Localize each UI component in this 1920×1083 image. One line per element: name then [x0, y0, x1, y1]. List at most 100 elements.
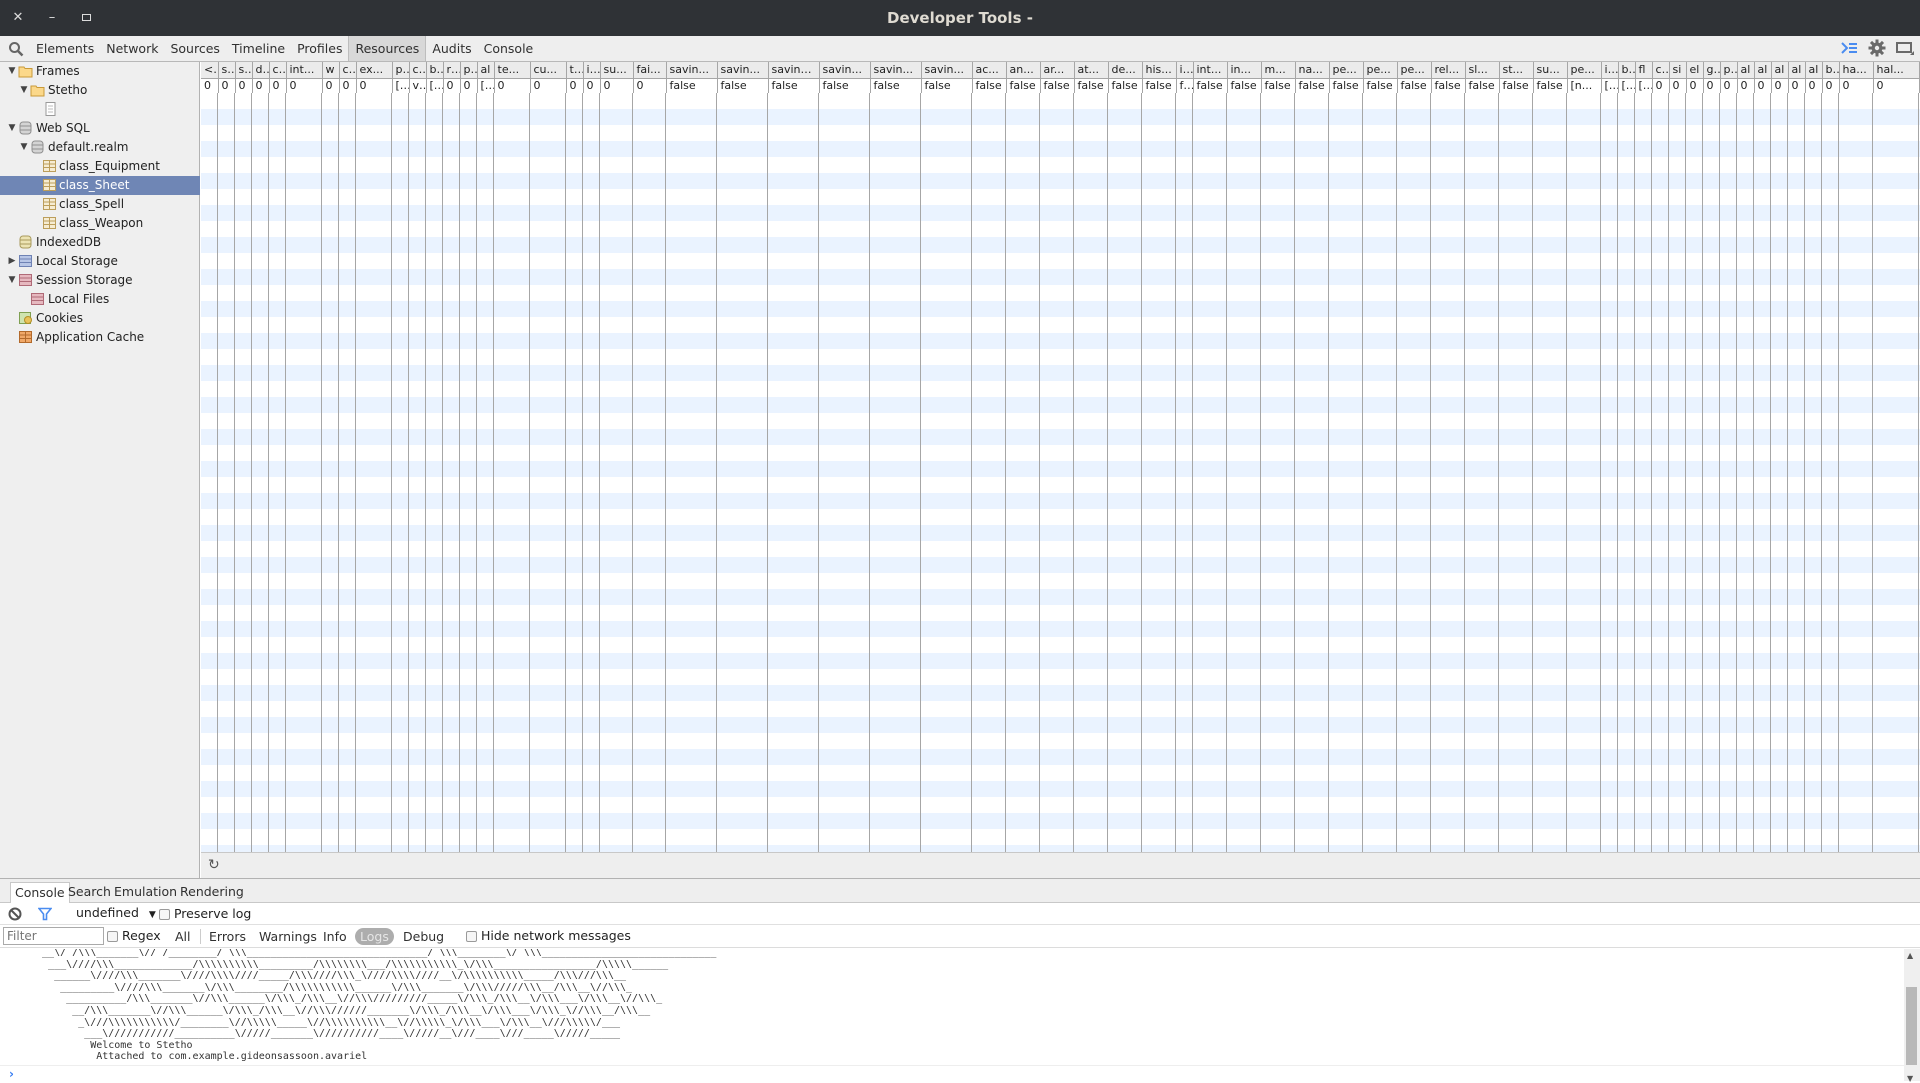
table-cell[interactable]: 0: [460, 78, 478, 93]
table-cell[interactable]: [nu: [392, 78, 410, 93]
console-filter-input[interactable]: [3, 927, 104, 945]
table-cell[interactable]: 0: [286, 78, 323, 93]
column-header[interactable]: al: [1805, 62, 1823, 79]
column-header[interactable]: pe...: [1363, 62, 1398, 79]
table-cell[interactable]: false: [1040, 78, 1075, 93]
table-cell[interactable]: false: [1499, 78, 1534, 93]
column-header[interactable]: ch: [339, 62, 357, 79]
table-cell[interactable]: false: [1295, 78, 1330, 93]
scroll-up-icon[interactable]: ▲: [1907, 951, 1913, 960]
scrollbar-thumb[interactable]: [1906, 987, 1917, 1065]
column-header[interactable]: ra: [443, 62, 461, 79]
column-header[interactable]: saving...: [768, 62, 820, 79]
expand-arrow-down-icon[interactable]: ▼: [7, 119, 17, 138]
column-header[interactable]: fl: [1635, 62, 1653, 79]
sidebar-item-default-realm[interactable]: ▼ default.realm: [0, 138, 200, 157]
column-header[interactable]: al: [1737, 62, 1755, 79]
column-header[interactable]: di: [252, 62, 270, 79]
column-header[interactable]: tc: [566, 62, 584, 79]
table-cell[interactable]: 0: [1652, 78, 1670, 93]
sidebar-item-class-sheet[interactable]: class_Sheet: [0, 176, 200, 195]
table-cell[interactable]: 0: [1686, 78, 1704, 93]
search-icon[interactable]: [8, 41, 24, 57]
tab-profiles[interactable]: Profiles: [291, 36, 348, 61]
column-header[interactable]: ac...: [972, 62, 1007, 79]
expand-arrow-down-icon[interactable]: ▼: [19, 81, 29, 100]
column-header[interactable]: pl: [392, 62, 410, 79]
sidebar-item-local-storage[interactable]: ▶ Local Storage: [0, 252, 200, 271]
level-filter-warnings[interactable]: Warnings: [254, 928, 322, 945]
dock-icon[interactable]: [1896, 41, 1914, 55]
table-cell[interactable]: false: [972, 78, 1007, 93]
sidebar-item-local-files[interactable]: Local Files: [0, 290, 200, 309]
drawer-tab-emulation[interactable]: Emulation: [110, 882, 181, 903]
sidebar-item-indexeddb[interactable]: IndexedDB: [0, 233, 200, 252]
column-header[interactable]: cc: [1652, 62, 1670, 79]
table-cell[interactable]: false: [819, 78, 871, 93]
column-header[interactable]: al: [1771, 62, 1789, 79]
level-filter-info[interactable]: Info: [318, 928, 352, 945]
sidebar-item-class-equipment[interactable]: class_Equipment: [0, 157, 200, 176]
table-cell[interactable]: false: [870, 78, 922, 93]
column-header[interactable]: bi: [1822, 62, 1840, 79]
table-cell[interactable]: false: [1261, 78, 1296, 93]
table-cell[interactable]: 0: [583, 78, 601, 93]
column-header[interactable]: st...: [1499, 62, 1534, 79]
table-cell[interactable]: 0: [1720, 78, 1738, 93]
table-row[interactable]: 000000000[nuvic[nu00[nu000000falsefalsef…: [201, 78, 1920, 93]
table-cell[interactable]: [nu: [477, 78, 495, 93]
column-header[interactable]: sl...: [1465, 62, 1500, 79]
table-cell[interactable]: false: [1074, 78, 1109, 93]
column-header[interactable]: at...: [1074, 62, 1109, 79]
column-header[interactable]: ha...: [1839, 62, 1874, 79]
table-cell[interactable]: false: [768, 78, 820, 93]
tab-audits[interactable]: Audits: [426, 36, 477, 61]
table-cell[interactable]: false: [1227, 78, 1262, 93]
tab-network[interactable]: Network: [100, 36, 164, 61]
table-cell[interactable]: vic: [409, 78, 427, 93]
column-header[interactable]: an...: [1006, 62, 1041, 79]
table-cell[interactable]: [nu: [426, 78, 444, 93]
expand-arrow-right-icon[interactable]: ▶: [7, 252, 17, 271]
sidebar-item-frame-document[interactable]: [0, 100, 200, 119]
refresh-icon[interactable]: ↻: [208, 857, 220, 873]
table-cell[interactable]: 0: [443, 78, 461, 93]
table-cell[interactable]: [nu: [1601, 78, 1619, 93]
preserve-log-option[interactable]: Preserve log: [159, 906, 251, 921]
table-cell[interactable]: [nu: [1618, 78, 1636, 93]
table-cell[interactable]: false: [1533, 78, 1568, 93]
preserve-log-checkbox[interactable]: [159, 909, 170, 920]
sidebar-item-stetho[interactable]: ▼ Stetho: [0, 81, 200, 100]
console-scrollbar[interactable]: ▲ ▼: [1904, 949, 1920, 1083]
sidebar-item-web-sql[interactable]: ▼ Web SQL: [0, 119, 200, 138]
column-header[interactable]: in: [1176, 62, 1194, 79]
level-filter-debug[interactable]: Debug: [398, 928, 449, 945]
column-header[interactable]: al: [1754, 62, 1772, 79]
column-header[interactable]: cu...: [530, 62, 567, 79]
table-cell[interactable]: 0: [322, 78, 340, 93]
column-header[interactable]: ch: [409, 62, 427, 79]
settings-gear-icon[interactable]: [1868, 39, 1886, 57]
table-cell[interactable]: 0: [1771, 78, 1789, 93]
sidebar-item-cookies[interactable]: Cookies: [0, 309, 200, 328]
column-header[interactable]: in: [583, 62, 601, 79]
table-cell[interactable]: 0: [1754, 78, 1772, 93]
table-cell[interactable]: false: [1193, 78, 1228, 93]
table-cell[interactable]: 0: [269, 78, 287, 93]
column-header[interactable]: m...: [1261, 62, 1296, 79]
column-header[interactable]: gi: [1703, 62, 1721, 79]
table-cell[interactable]: 0: [566, 78, 584, 93]
column-header[interactable]: al: [477, 62, 495, 79]
expand-arrow-down-icon[interactable]: ▼: [7, 62, 17, 81]
table-cell[interactable]: 0: [339, 78, 357, 93]
column-header[interactable]: w: [322, 62, 340, 79]
column-header[interactable]: savin...: [717, 62, 769, 79]
column-header[interactable]: int...: [1193, 62, 1228, 79]
drawer-tab-search[interactable]: Search: [64, 882, 115, 903]
table-cell[interactable]: [n...: [1567, 78, 1602, 93]
table-cell[interactable]: false: [1006, 78, 1041, 93]
level-filter-logs[interactable]: Logs: [355, 928, 394, 945]
table-cell[interactable]: [nu: [1635, 78, 1653, 93]
column-header[interactable]: in...: [1227, 62, 1262, 79]
table-cell[interactable]: 0: [218, 78, 236, 93]
